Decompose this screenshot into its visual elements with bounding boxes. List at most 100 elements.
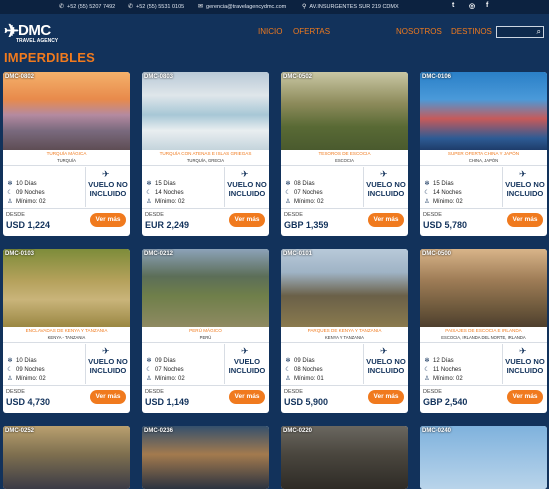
tour-card[interactable]: DMC-0103 ENCLAVADAS DE KENYA Y TANZANIA … bbox=[3, 249, 130, 413]
price-label: DESDE bbox=[6, 389, 25, 395]
tour-photo[interactable] bbox=[420, 249, 547, 327]
tour-photo[interactable] bbox=[3, 249, 130, 327]
tour-photo[interactable] bbox=[420, 72, 547, 150]
price-label: DESDE bbox=[423, 212, 442, 218]
days-row: ✻ 15 Días bbox=[424, 180, 454, 188]
tour-price: GBP 1,359 bbox=[284, 220, 329, 230]
tour-photo[interactable] bbox=[142, 249, 269, 327]
price-label: DESDE bbox=[145, 389, 164, 395]
ver-mas-button[interactable]: Ver más bbox=[368, 390, 404, 404]
divider bbox=[3, 385, 130, 386]
tour-title[interactable]: TURQUÍA MÁGICA bbox=[3, 151, 130, 156]
mail-icon: ✉ bbox=[198, 4, 204, 10]
tour-card[interactable]: DMC-0240 bbox=[420, 426, 547, 489]
phone-2[interactable]: ✆ +52 (55) 5531 0105 bbox=[128, 3, 184, 11]
nights-row: ☾ 07 Noches bbox=[285, 189, 323, 197]
price-label: DESDE bbox=[284, 212, 303, 218]
nav-nosotros[interactable]: NOSOTROS bbox=[396, 27, 442, 36]
tour-price: USD 4,730 bbox=[6, 397, 51, 407]
divider bbox=[420, 342, 547, 343]
nights-row: ☾ 11 Noches bbox=[424, 366, 462, 374]
minimum-row: ♙ Mínimo: 02 bbox=[7, 198, 46, 206]
divider bbox=[281, 342, 408, 343]
phone-icon: ✆ bbox=[59, 4, 65, 10]
tour-photo[interactable] bbox=[142, 426, 269, 489]
plane-icon: ✈ bbox=[380, 346, 388, 356]
tour-photo[interactable] bbox=[3, 72, 130, 150]
person-icon: ♙ bbox=[285, 199, 291, 205]
tour-card[interactable]: DMC-0802 TURQUÍA MÁGICA TURQUÍA ✻ 10 Días… bbox=[3, 72, 130, 236]
tour-card[interactable]: DMC-0236 bbox=[142, 426, 269, 489]
minimum-row: ♙ Mínimo: 02 bbox=[146, 198, 185, 206]
plane-icon: ✈ bbox=[519, 169, 527, 179]
tour-card[interactable]: DMC-0220 bbox=[281, 426, 408, 489]
phone-1[interactable]: ✆ +52 (55) 5207 7492 bbox=[59, 3, 115, 11]
price-label: DESDE bbox=[145, 212, 164, 218]
tour-photo[interactable] bbox=[142, 72, 269, 150]
ver-mas-button[interactable]: Ver más bbox=[229, 390, 265, 404]
tour-price: USD 1,224 bbox=[6, 220, 51, 230]
moon-icon: ☾ bbox=[7, 367, 13, 373]
tour-title[interactable]: TURQUÍA CON ATENAS E ISLAS GRIEGAS bbox=[142, 151, 269, 156]
ver-mas-button[interactable]: Ver más bbox=[229, 213, 265, 227]
tour-title[interactable]: PERÚ MÁGICO bbox=[142, 328, 269, 333]
tour-photo[interactable] bbox=[281, 72, 408, 150]
tour-title[interactable]: ENCLAVADAS DE KENYA Y TANZANIA bbox=[3, 328, 130, 333]
tour-card[interactable]: DMC-0101 PARQUES DE KENYA Y TANZANIA KEN… bbox=[281, 249, 408, 413]
tour-card[interactable]: DMC-0500 PAISAJES DE ESCOCIA E IRLANDA E… bbox=[420, 249, 547, 413]
tour-title[interactable]: TESOROS DE ESCOCIA bbox=[281, 151, 408, 156]
facebook-icon[interactable]: f bbox=[486, 2, 488, 9]
tour-card[interactable]: DMC-0252 bbox=[3, 426, 130, 489]
tour-card[interactable]: DMC-0502 TESOROS DE ESCOCIA ESCOCIA ✻ 08 … bbox=[281, 72, 408, 236]
ver-mas-button[interactable]: Ver más bbox=[90, 213, 126, 227]
flight-status: VUELO NO INCLUIDO bbox=[366, 357, 406, 375]
sun-icon: ✻ bbox=[424, 358, 430, 364]
person-icon: ♙ bbox=[146, 376, 152, 382]
tour-country: ESCOCIA, IRLANDA DEL NORTE, IRLANDA bbox=[441, 335, 526, 340]
tour-country: TURQUÍA bbox=[57, 158, 76, 163]
tour-card[interactable]: DMC-0106 SUPER OFERTA CHINA Y JAPÓN CHIN… bbox=[420, 72, 547, 236]
plane-icon: ✈ bbox=[380, 169, 388, 179]
plane-icon: ✈ bbox=[241, 169, 249, 179]
main-header: ✈ DMC TRAVEL AGENCY INICIO OFERTAS NOSOT… bbox=[0, 14, 549, 48]
tour-country: KENYA Y TANZANIA bbox=[325, 335, 364, 340]
section-title: IMPERDIBLES bbox=[4, 50, 96, 65]
tour-photo[interactable] bbox=[3, 426, 130, 489]
divider bbox=[142, 342, 269, 343]
ver-mas-button[interactable]: Ver más bbox=[90, 390, 126, 404]
divider bbox=[3, 165, 130, 166]
nav-inicio[interactable]: INICIO bbox=[258, 27, 282, 36]
tour-country: CHINA, JAPÓN bbox=[468, 158, 499, 163]
tour-photo[interactable] bbox=[420, 426, 547, 489]
ver-mas-button[interactable]: Ver más bbox=[507, 390, 543, 404]
nights-row: ☾ 08 Noches bbox=[285, 366, 323, 374]
days-row: ✻ 09 Días bbox=[146, 357, 176, 365]
ver-mas-button[interactable]: Ver más bbox=[507, 213, 543, 227]
tour-title[interactable]: SUPER OFERTA CHINA Y JAPÓN bbox=[420, 151, 547, 156]
tour-price: GBP 2,540 bbox=[423, 397, 468, 407]
tour-card[interactable]: DMC-0803 TURQUÍA CON ATENAS E ISLAS GRIE… bbox=[142, 72, 269, 236]
sun-icon: ✻ bbox=[285, 181, 291, 187]
nights-row: ☾ 09 Noches bbox=[7, 366, 45, 374]
divider bbox=[420, 165, 547, 166]
brand-logo[interactable]: ✈ DMC TRAVEL AGENCY bbox=[4, 21, 64, 45]
price-label: DESDE bbox=[423, 389, 442, 395]
person-icon: ♙ bbox=[146, 199, 152, 205]
tour-card[interactable]: DMC-0212 PERÚ MÁGICO PERÚ ✻ 09 Días ☾ 07 N… bbox=[142, 249, 269, 413]
search-input[interactable]: ⌕ bbox=[496, 26, 544, 38]
minimum-row: ♙ Mínimo: 02 bbox=[424, 198, 463, 206]
tour-title[interactable]: PARQUES DE KENYA Y TANZANIA bbox=[281, 328, 408, 333]
nav-destinos[interactable]: DESTINOS bbox=[451, 27, 492, 36]
tour-photo[interactable] bbox=[281, 249, 408, 327]
search-icon[interactable]: ⌕ bbox=[537, 27, 541, 37]
email-link[interactable]: ✉ gerencia@travelagencydmc.com bbox=[198, 3, 286, 11]
tour-photo[interactable] bbox=[281, 426, 408, 489]
moon-icon: ☾ bbox=[146, 367, 152, 373]
tour-title[interactable]: PAISAJES DE ESCOCIA E IRLANDA bbox=[420, 328, 547, 333]
tour-code: DMC-0803 bbox=[144, 74, 174, 80]
ver-mas-button[interactable]: Ver más bbox=[368, 213, 404, 227]
nav-ofertas[interactable]: OFERTAS bbox=[293, 27, 330, 36]
twitter-icon[interactable]: t bbox=[452, 2, 454, 9]
instagram-icon[interactable]: ◎ bbox=[469, 2, 475, 10]
person-icon: ♙ bbox=[424, 376, 430, 382]
